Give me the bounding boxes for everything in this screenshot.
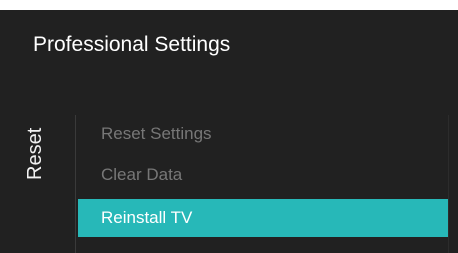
settings-screen: Professional Settings Reset Reset Settin…: [0, 10, 458, 253]
vertical-divider: [75, 115, 76, 253]
menu-item-clear-data[interactable]: Clear Data: [78, 157, 448, 193]
menu-item-reinstall-tv[interactable]: Reinstall TV: [78, 199, 448, 237]
scroll-track: [448, 115, 449, 253]
page-title: Professional Settings: [33, 33, 231, 56]
section-label-reset: Reset: [24, 127, 46, 180]
menu-item-reset-settings[interactable]: Reset Settings: [78, 116, 448, 152]
